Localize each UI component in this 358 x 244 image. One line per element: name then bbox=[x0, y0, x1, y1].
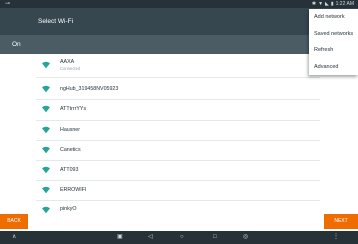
wifi-signal-icon bbox=[42, 105, 50, 113]
back-icon[interactable]: ◁ bbox=[148, 231, 153, 244]
network-name: pinkyO bbox=[60, 206, 77, 212]
network-name: Canetics bbox=[60, 147, 81, 153]
menu-item-add-network[interactable]: Add network bbox=[309, 9, 358, 26]
network-list: AAXA Connected ngHub_319458NV05923 ATTtr… bbox=[0, 54, 358, 214]
back-button[interactable]: BACK bbox=[0, 214, 28, 229]
next-button[interactable]: NEXT bbox=[324, 214, 358, 229]
camera-icon[interactable]: ▣ bbox=[117, 231, 123, 244]
network-name: Hausner bbox=[60, 127, 81, 133]
wifi-signal-icon bbox=[42, 146, 50, 154]
bluetooth-icon: ✱ bbox=[311, 1, 317, 7]
network-name: ngHub_319458NV05923 bbox=[60, 86, 119, 92]
home-icon[interactable]: ○ bbox=[180, 231, 184, 244]
menu-item-advanced[interactable]: Advanced bbox=[309, 59, 358, 76]
network-item[interactable]: Canetics bbox=[0, 141, 358, 160]
navigation-bar: ∧ ▣ ◁ ○ □ ◎ ⋮ bbox=[0, 231, 358, 244]
wifi-signal-icon bbox=[42, 166, 50, 174]
battery-icon: ▮ bbox=[330, 1, 334, 7]
wifi-signal-icon bbox=[42, 126, 50, 134]
network-item[interactable]: ERROWIFI bbox=[0, 181, 358, 200]
network-name: ATTtrrrYYs bbox=[60, 106, 87, 112]
keyboard-hide-icon[interactable]: ∧ bbox=[12, 231, 16, 244]
wifi-switch-row[interactable]: On bbox=[0, 35, 358, 54]
divider bbox=[36, 77, 320, 78]
network-name: ERROWIFI bbox=[60, 187, 87, 193]
wifi-switch-label: On bbox=[12, 41, 21, 48]
signal-icon: ◣ bbox=[325, 1, 329, 7]
wifi-signal-icon bbox=[42, 206, 50, 214]
recents-icon[interactable]: □ bbox=[213, 231, 217, 244]
network-item[interactable]: ngHub_319458NV05923 bbox=[0, 80, 358, 99]
network-item[interactable]: ATT093 bbox=[0, 161, 358, 180]
wifi-signal-icon bbox=[42, 186, 50, 194]
status-bar: ⊸ ✱ ▼ ◣ ▮ 1:22 AM bbox=[0, 0, 358, 8]
usb-debug-icon: ⊸ bbox=[5, 1, 11, 7]
network-name: ATT093 bbox=[60, 167, 79, 173]
network-status: Connected bbox=[60, 66, 81, 71]
network-name: AAXA bbox=[60, 59, 75, 65]
wifi-signal-icon bbox=[42, 85, 50, 93]
more-icon[interactable]: ⋮ bbox=[333, 231, 339, 244]
wifi-icon: ▼ bbox=[318, 1, 324, 7]
screenshot-icon[interactable]: ◎ bbox=[243, 231, 248, 244]
app-header: Select Wi-Fi bbox=[0, 8, 358, 35]
overflow-menu: Add network Saved networks Refresh Advan… bbox=[309, 9, 358, 75]
menu-item-saved-networks[interactable]: Saved networks bbox=[309, 26, 358, 43]
network-item[interactable]: Hausner bbox=[0, 121, 358, 140]
clock: 1:22 AM bbox=[335, 1, 354, 7]
wifi-signal-icon bbox=[42, 61, 50, 69]
menu-item-refresh[interactable]: Refresh bbox=[309, 42, 358, 59]
status-icons: ✱ ▼ ◣ ▮ 1:22 AM bbox=[312, 0, 354, 8]
network-item[interactable]: pinkyO bbox=[0, 201, 358, 220]
network-item[interactable]: AAXA Connected bbox=[0, 56, 358, 75]
network-item[interactable]: ATTtrrrYYs bbox=[0, 100, 358, 119]
page-title: Select Wi-Fi bbox=[38, 18, 74, 25]
